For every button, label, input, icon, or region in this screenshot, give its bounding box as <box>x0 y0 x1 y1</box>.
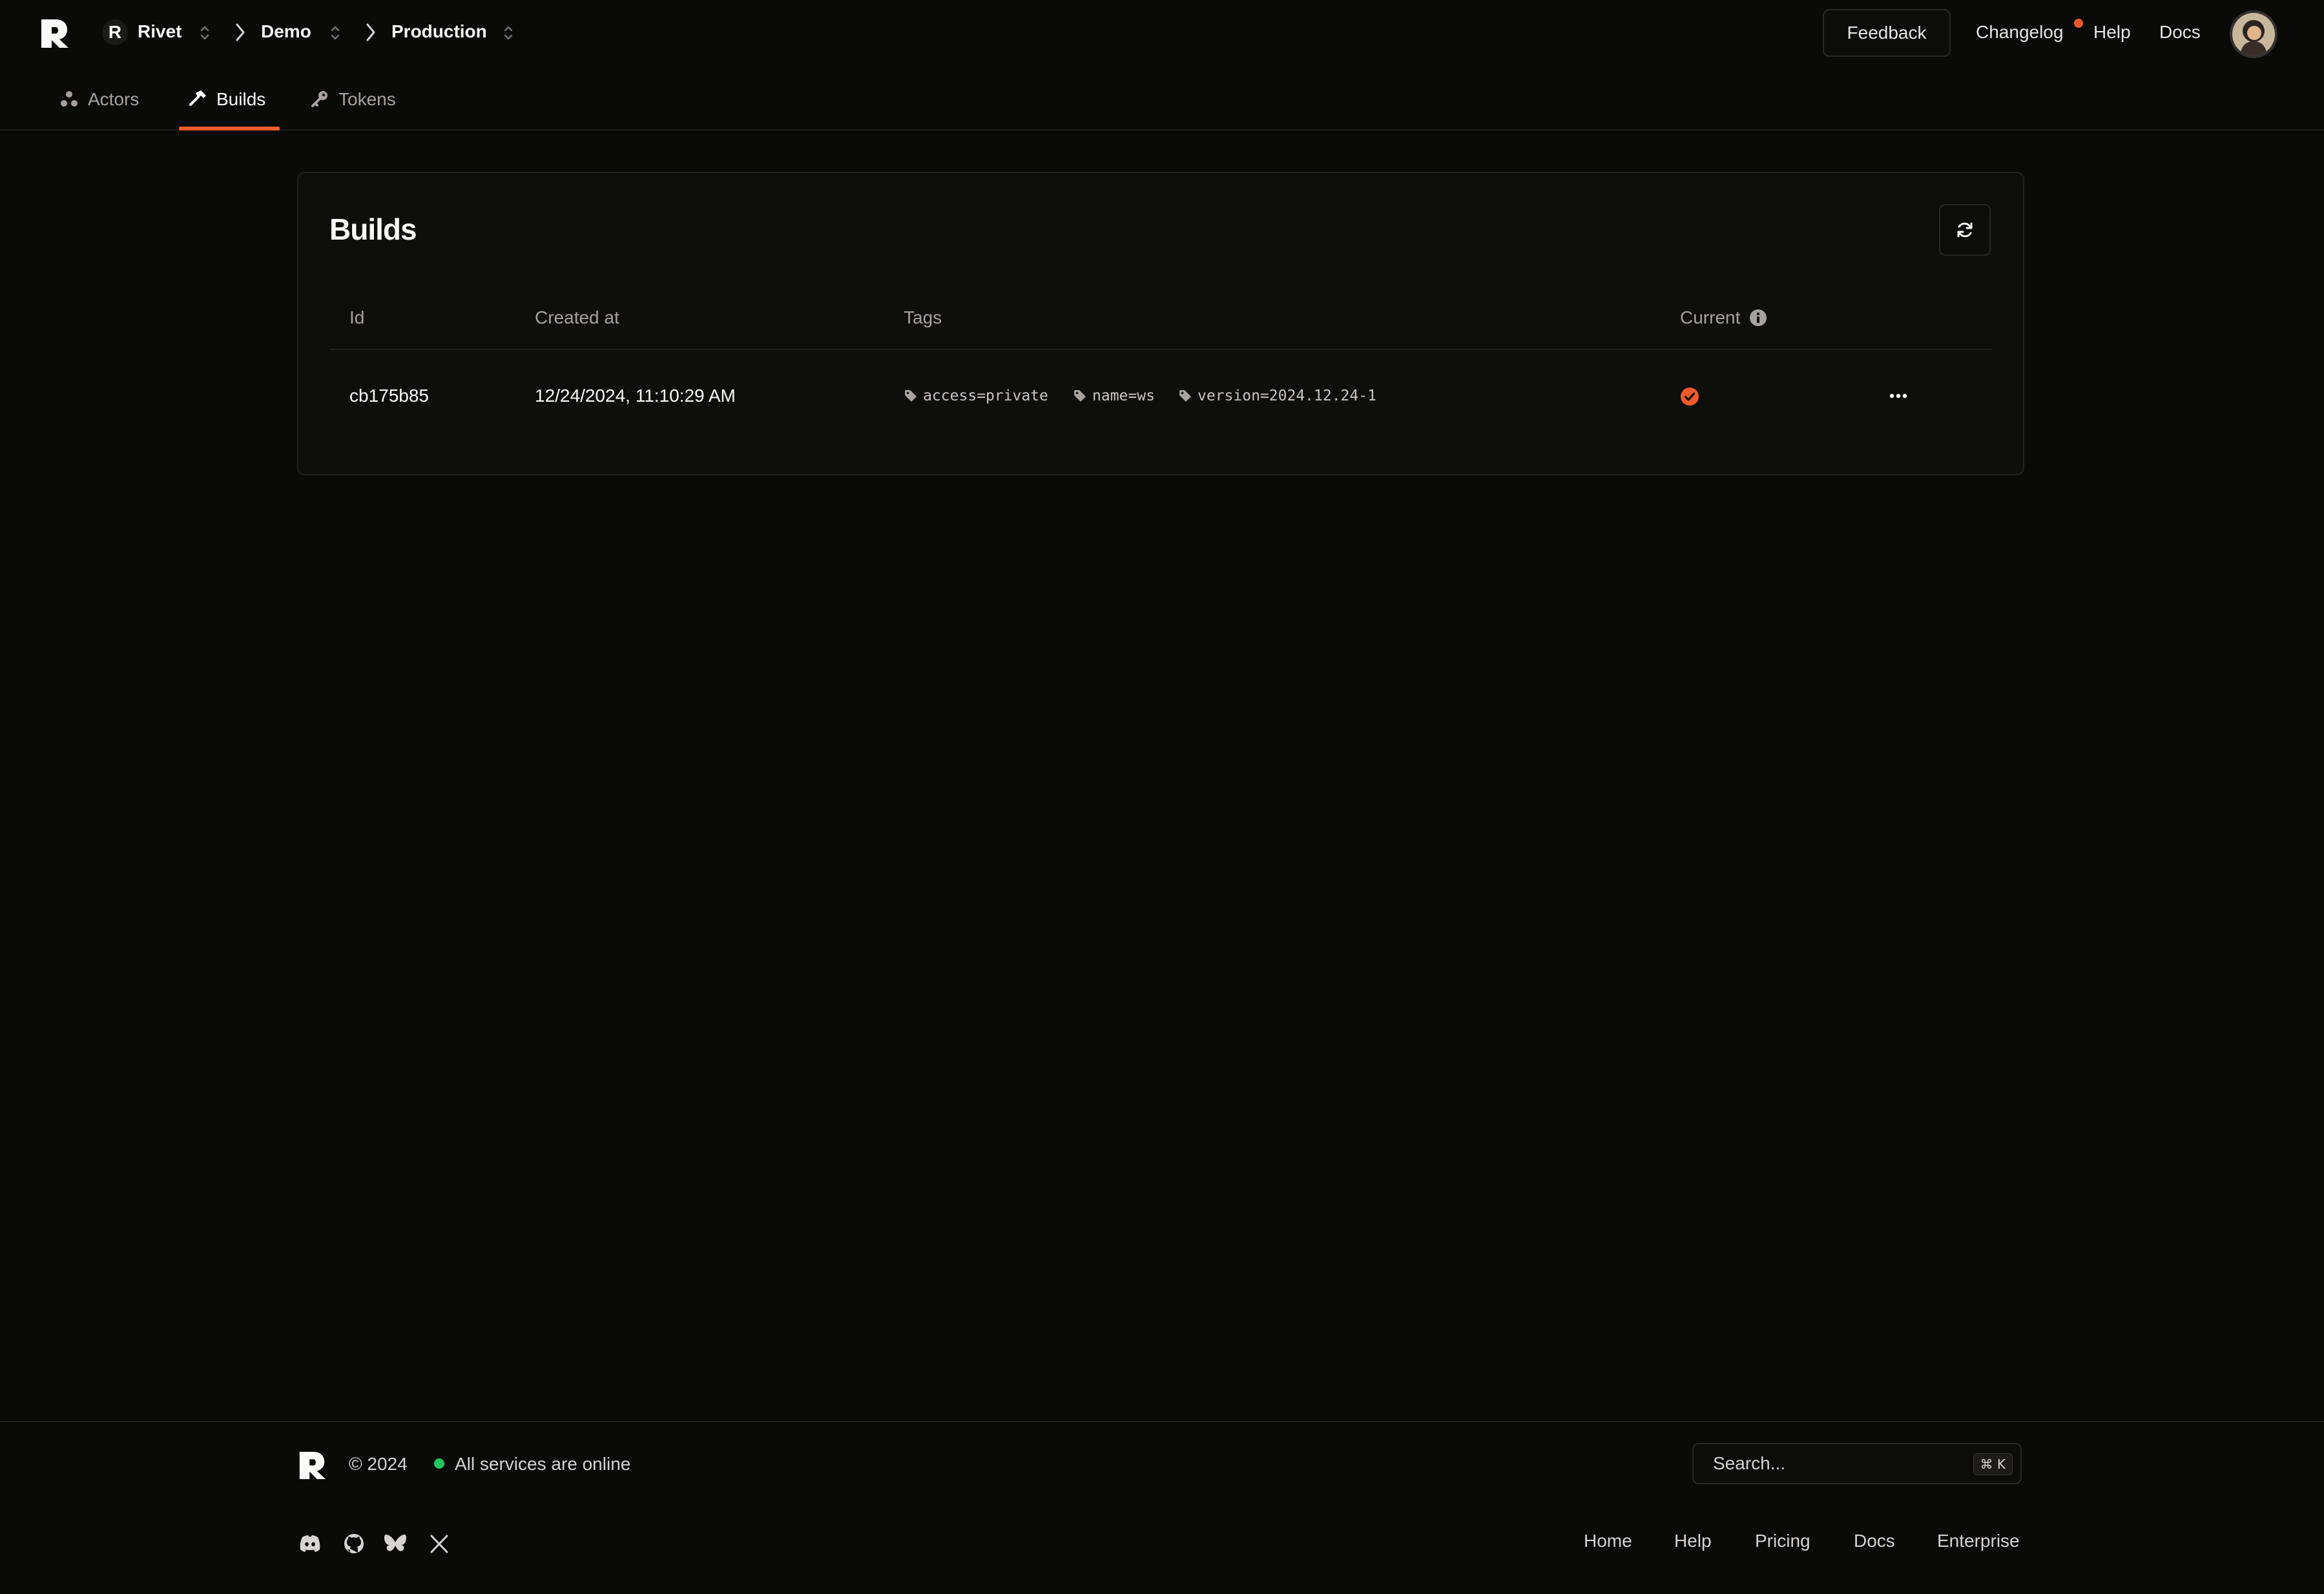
tab-label: Tokens <box>338 89 396 109</box>
org-switcher-icon[interactable] <box>199 25 211 41</box>
build-tag: access=private <box>904 388 1048 404</box>
chevron-right-icon <box>234 22 247 43</box>
row-actions-button[interactable] <box>1886 385 1911 407</box>
build-tag: version=2024.12.24-1 <box>1178 388 1376 404</box>
bluesky-icon[interactable] <box>382 1531 408 1557</box>
footer-link-home[interactable]: Home <box>1584 1531 1632 1551</box>
column-header-tags: Tags <box>904 307 942 327</box>
feedback-button[interactable]: Feedback <box>1823 9 1951 57</box>
copyright: © 2024 <box>349 1454 408 1474</box>
footer-link-docs[interactable]: Docs <box>1854 1531 1895 1551</box>
org-avatar: R <box>102 19 128 45</box>
build-created-at: 12/24/2024, 11:10:29 AM <box>535 386 736 406</box>
changelog-link[interactable]: Changelog <box>1976 22 2063 43</box>
status-indicator-dot <box>434 1458 444 1469</box>
github-icon[interactable] <box>341 1531 367 1557</box>
more-horizontal-icon <box>1889 393 1908 399</box>
breadcrumb-org[interactable]: Rivet <box>138 21 182 42</box>
column-header-id: Id <box>349 307 365 327</box>
tag-label: access=private <box>923 388 1048 404</box>
keyboard-shortcut-badge: ⌘ K <box>1973 1453 2013 1475</box>
footer-search[interactable]: ⌘ K <box>1692 1443 2022 1484</box>
tab-label: Actors <box>88 89 140 109</box>
project-switcher-icon[interactable] <box>329 25 341 41</box>
current-check-icon <box>1680 387 1699 406</box>
docs-link[interactable]: Docs <box>2159 22 2201 43</box>
build-id: cb175b85 <box>349 386 430 406</box>
footer-link-help[interactable]: Help <box>1674 1531 1712 1551</box>
rivet-logo[interactable] <box>39 17 71 49</box>
tag-icon <box>904 389 918 403</box>
key-icon <box>310 89 329 109</box>
changelog-notification-dot <box>2074 19 2083 28</box>
footer-link-pricing[interactable]: Pricing <box>1755 1531 1810 1551</box>
build-tag: name=ws <box>1073 388 1155 404</box>
chevron-right-icon <box>364 22 377 43</box>
tab-builds[interactable]: Builds <box>188 89 265 130</box>
search-input[interactable] <box>1713 1453 1958 1474</box>
hammer-icon <box>188 89 207 109</box>
column-header-created-at: Created at <box>535 307 619 327</box>
refresh-button[interactable] <box>1939 204 1991 256</box>
tag-icon <box>1178 389 1192 403</box>
x-twitter-icon[interactable] <box>426 1531 452 1557</box>
breadcrumb-project[interactable]: Demo <box>261 21 311 42</box>
service-status[interactable]: All services are online <box>455 1454 630 1475</box>
actors-icon <box>59 89 79 109</box>
page-title: Builds <box>329 212 417 246</box>
tag-label: version=2024.12.24-1 <box>1198 388 1376 404</box>
footer-link-enterprise[interactable]: Enterprise <box>1937 1531 2020 1551</box>
tag-icon <box>1073 389 1087 403</box>
tag-label: name=ws <box>1092 388 1155 404</box>
breadcrumb-environment[interactable]: Production <box>391 21 487 42</box>
active-tab-indicator <box>179 127 280 130</box>
table-header-divider <box>329 349 1992 350</box>
footer-divider <box>0 1421 2324 1422</box>
footer-rivet-logo[interactable] <box>297 1449 328 1480</box>
column-header-current: Current <box>1680 307 1741 327</box>
discord-icon[interactable] <box>297 1531 323 1557</box>
refresh-icon <box>1955 220 1975 240</box>
tab-actors[interactable]: Actors <box>59 89 139 130</box>
tab-label: Builds <box>216 89 266 109</box>
environment-switcher-icon[interactable] <box>503 25 514 41</box>
user-avatar[interactable] <box>2230 10 2277 58</box>
help-link[interactable]: Help <box>2093 22 2131 43</box>
info-icon[interactable] <box>1749 309 1767 327</box>
tab-tokens[interactable]: Tokens <box>310 89 396 130</box>
